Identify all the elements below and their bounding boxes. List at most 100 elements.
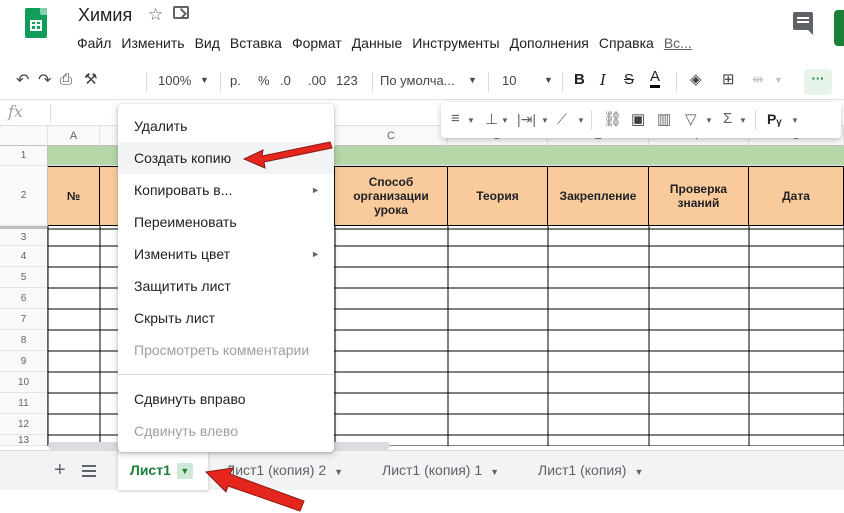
align-chevron-down-icon[interactable]: ▼	[467, 116, 475, 125]
increase-decimal-button[interactable]: .00	[308, 73, 326, 88]
all-sheets-menu-icon[interactable]	[82, 465, 96, 477]
sheet-tab-bar: + Лист1 ▼ Лист1 (копия) 2 ▼ Лист1 (копия) …	[0, 450, 844, 490]
menu-bar: Файл Изменить Вид Вставка Формат Данные …	[72, 35, 697, 51]
font-size-chevron-down-icon[interactable]: ▼	[544, 75, 553, 85]
sheets-logo-icon[interactable]	[25, 8, 47, 38]
fx-icon: fx	[8, 102, 23, 121]
toolbar-divider	[220, 72, 221, 92]
move-folder-icon[interactable]	[173, 6, 189, 19]
zoom-chevron-down-icon[interactable]: ▼	[200, 75, 209, 85]
menu-item-label: Создать копию	[134, 150, 232, 166]
font-size-select[interactable]: 10	[502, 73, 516, 88]
menu-help[interactable]: Справка	[594, 35, 659, 51]
toolbar-divider	[591, 110, 592, 130]
horizontal-align-icon[interactable]: ≡	[451, 110, 460, 127]
menu-item-protect-sheet[interactable]: Защитить лист	[118, 270, 334, 302]
strikethrough-button[interactable]: S	[624, 71, 634, 88]
insert-link-icon[interactable]: ⛓	[603, 110, 622, 128]
submenu-arrow-icon: ►	[311, 185, 320, 195]
menu-item-label: Переименовать	[134, 214, 237, 230]
insert-comment-icon[interactable]: ▣	[631, 110, 645, 128]
tab-menu-chevron-icon[interactable]: ▼	[176, 463, 193, 480]
document-title[interactable]: Химия	[78, 5, 132, 26]
tab-menu-chevron-icon[interactable]: ▼	[490, 467, 499, 477]
menu-item-copy-to[interactable]: Копировать в... ►	[118, 174, 334, 206]
functions-chevron-down-icon[interactable]: ▼	[739, 116, 747, 125]
menu-item-label: Сдвинуть вправо	[134, 391, 246, 407]
rotation-chevron-down-icon[interactable]: ▼	[577, 116, 585, 125]
print-icon[interactable]: ⎙	[60, 71, 72, 88]
comments-icon[interactable]	[793, 12, 813, 35]
percent-button[interactable]: %	[258, 73, 270, 88]
tab-sheet1-copy2[interactable]: Лист1 (копия) 2 ▼	[214, 451, 343, 490]
tab-sheet1-copy[interactable]: Лист1 (копия) ▼	[526, 451, 643, 490]
input-tools-icon[interactable]: Pᵧ	[767, 111, 781, 127]
share-button[interactable]	[834, 10, 844, 46]
toolbar: ↶ ↷ ⎙ ⚒ 100% ▼ р. % .0 .00 123 По умолча…	[0, 62, 844, 100]
menu-item-move-left: Сдвинуть влево	[118, 415, 334, 447]
font-chevron-down-icon[interactable]: ▼	[468, 75, 477, 85]
valign-chevron-down-icon[interactable]: ▼	[501, 116, 509, 125]
fill-color-icon[interactable]: ◈	[690, 70, 702, 88]
menu-item-label: Защитить лист	[134, 278, 231, 294]
currency-button[interactable]: р.	[230, 73, 241, 88]
number-format-button[interactable]: 123	[336, 73, 358, 88]
toolbar-divider	[755, 110, 756, 130]
menu-item-hide-sheet[interactable]: Скрыть лист	[118, 302, 334, 334]
more-options-button[interactable]: ···	[804, 69, 832, 95]
vertical-align-icon[interactable]: ⊥	[485, 110, 498, 128]
undo-icon[interactable]: ↶	[16, 70, 29, 90]
toolbar-divider	[488, 72, 489, 92]
star-icon[interactable]: ☆	[148, 5, 163, 25]
menu-data[interactable]: Данные	[347, 35, 408, 51]
toolbar-divider	[146, 72, 147, 92]
filter-chevron-down-icon[interactable]: ▼	[705, 116, 713, 125]
add-sheet-icon[interactable]: +	[54, 459, 66, 482]
tab-sheet1[interactable]: Лист1 ▼	[118, 451, 208, 490]
menu-item-rename[interactable]: Переименовать	[118, 206, 334, 238]
menu-format[interactable]: Формат	[287, 35, 347, 51]
italic-button[interactable]: I	[600, 71, 606, 89]
zoom-select[interactable]: 100%	[158, 73, 191, 88]
wrap-chevron-down-icon[interactable]: ▼	[541, 116, 549, 125]
text-wrap-icon[interactable]: |⇥|	[517, 111, 536, 128]
bold-button[interactable]: B	[574, 71, 585, 88]
tab-menu-chevron-icon[interactable]: ▼	[334, 467, 343, 477]
menu-view[interactable]: Вид	[190, 35, 225, 51]
decrease-decimal-button[interactable]: .0	[280, 73, 291, 88]
menu-edit[interactable]: Изменить	[116, 35, 189, 51]
menu-item-label: Скрыть лист	[134, 310, 216, 326]
text-color-button[interactable]: A	[650, 69, 661, 88]
menu-item-change-color[interactable]: Изменить цвет ►	[118, 238, 334, 270]
merge-cells-icon[interactable]: ⇹	[752, 71, 764, 88]
paint-format-icon[interactable]: ⚒	[84, 70, 97, 88]
menu-item-duplicate[interactable]: Создать копию	[118, 142, 334, 174]
borders-icon[interactable]: ⊞	[722, 70, 735, 88]
overflow-toolbar: ≡ ▼ ⊥ ▼ |⇥| ▼ ⟋ ▼ ⛓ ▣ ▥ ▽ ▼ Σ ▼ Pᵧ ▼	[441, 102, 841, 138]
input-tools-chevron-down-icon[interactable]: ▼	[791, 116, 799, 125]
menu-item-label: Копировать в...	[134, 182, 233, 198]
menu-insert[interactable]: Вставка	[225, 35, 287, 51]
functions-icon[interactable]: Σ	[723, 110, 732, 127]
menu-item-label: Просмотреть комментарии	[134, 342, 310, 358]
toolbar-divider	[372, 72, 373, 92]
tab-label: Лист1 (копия)	[538, 462, 627, 478]
menu-item-label: Изменить цвет	[134, 246, 231, 262]
merge-chevron-down-icon[interactable]: ▼	[774, 75, 783, 85]
menu-item-delete[interactable]: Удалить	[118, 110, 334, 142]
menu-item-move-right[interactable]: Сдвинуть вправо	[118, 383, 334, 415]
filter-icon[interactable]: ▽	[685, 110, 697, 128]
toolbar-divider	[676, 72, 677, 92]
menu-file[interactable]: Файл	[72, 35, 116, 51]
tab-menu-chevron-icon[interactable]: ▼	[634, 467, 643, 477]
tab-sheet1-copy1[interactable]: Лист1 (копия) 1 ▼	[370, 451, 499, 490]
last-edit-link[interactable]: Вс...	[659, 35, 697, 51]
redo-icon[interactable]: ↷	[38, 70, 51, 90]
menu-divider	[118, 374, 334, 375]
menu-tools[interactable]: Инструменты	[407, 35, 504, 51]
insert-chart-icon[interactable]: ▥	[657, 110, 671, 128]
menu-addons[interactable]: Дополнения	[505, 35, 594, 51]
text-rotation-icon[interactable]: ⟋	[557, 111, 567, 128]
font-family-select[interactable]: По умолча...	[380, 73, 455, 88]
formula-divider	[50, 104, 51, 122]
